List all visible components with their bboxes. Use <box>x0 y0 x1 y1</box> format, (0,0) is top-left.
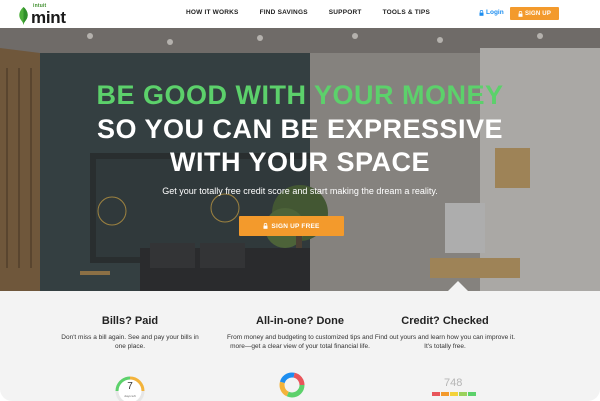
signup-free-button[interactable]: SIGN UP FREE <box>239 216 344 236</box>
feature-description: Find out yours and learn how you can imp… <box>374 334 516 350</box>
lock-icon <box>479 9 484 16</box>
signup-button[interactable]: SIGN UP <box>510 7 559 20</box>
gauge-value: 7 <box>127 381 133 392</box>
logo-intuit: intuit <box>33 3 47 9</box>
nav-support[interactable]: SUPPORT <box>329 9 362 16</box>
top-nav-bar: intuit mint HOW IT WORKS FIND SAVINGS SU… <box>0 0 600 28</box>
feature-description: From money and budgeting to customized t… <box>227 334 373 350</box>
lock-icon <box>263 223 268 229</box>
main-nav: HOW IT WORKS FIND SAVINGS SUPPORT TOOLS … <box>186 9 430 16</box>
logo-text: intuit mint <box>31 3 66 27</box>
credit-score-bar <box>432 392 476 396</box>
hero-headline-line-3: WITH YOUR SPACE <box>169 147 431 177</box>
login-link[interactable]: Login <box>479 9 504 16</box>
budget-donut-icon <box>279 372 305 398</box>
section-notch <box>448 281 468 291</box>
hero-headline-line-2: SO YOU CAN BE EXPRESSIVE <box>96 114 504 144</box>
nav-how-it-works[interactable]: HOW IT WORKS <box>186 9 239 16</box>
gauge-label: days left <box>124 394 136 398</box>
feature-description: Don't miss a bill again. See and pay you… <box>61 334 199 350</box>
signup-label: SIGN UP <box>524 10 552 17</box>
signup-free-label: SIGN UP FREE <box>271 222 320 230</box>
bill-due-gauge: 7 days left <box>114 375 146 401</box>
login-label: Login <box>486 9 504 16</box>
feature-title: All-in-one? Done <box>256 315 344 327</box>
nav-tools-tips[interactable]: TOOLS & TIPS <box>383 9 430 16</box>
hero-subtitle: Get your totally free credit score and s… <box>162 186 438 196</box>
leaf-icon <box>19 7 28 25</box>
mint-logo[interactable]: intuit mint <box>18 3 66 27</box>
hero-headline-line-1: BE GOOD WITH YOUR MONEY <box>96 80 504 110</box>
nav-find-savings[interactable]: FIND SAVINGS <box>260 9 308 16</box>
feature-title: Credit? Checked <box>401 315 489 327</box>
feature-title: Bills? Paid <box>101 315 159 327</box>
credit-score-value: 748 <box>444 377 463 389</box>
page-frame: intuit mint HOW IT WORKS FIND SAVINGS SU… <box>0 0 600 401</box>
lock-icon <box>518 10 523 17</box>
